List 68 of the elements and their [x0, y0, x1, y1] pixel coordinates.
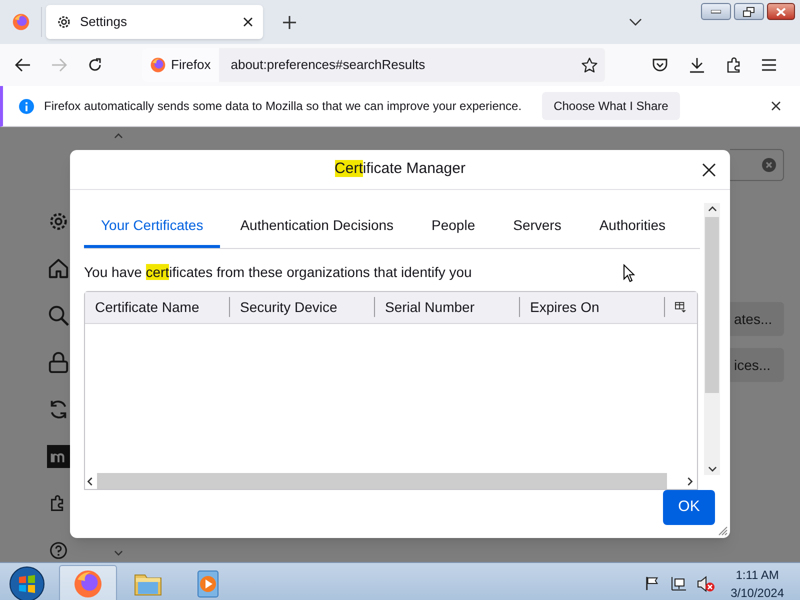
clock-date: 3/10/2024 [730, 584, 784, 600]
download-icon[interactable] [689, 57, 705, 73]
description-text: You have certificates from these organizations that identify you [84, 262, 473, 282]
clear-icon[interactable] [762, 158, 776, 172]
chevron-left-icon[interactable] [87, 476, 93, 486]
star-icon[interactable] [581, 56, 598, 74]
tab-title: Settings [80, 13, 128, 32]
muted-speaker-icon[interactable] [696, 576, 715, 592]
restore-icon [743, 6, 755, 16]
dialog-tab[interactable]: Your Certificates [84, 207, 220, 248]
chevron-up-icon[interactable] [708, 206, 716, 212]
flag-icon[interactable] [644, 576, 660, 591]
clock-time: 1:11 AM [736, 566, 779, 584]
vertical-scrollbar[interactable] [704, 203, 720, 475]
column-header[interactable]: Serial Number [385, 296, 474, 318]
start-button[interactable] [9, 566, 45, 600]
notification-message: Firefox automatically sends some data to Mozilla so that we can improve your experience. [44, 98, 522, 115]
close-icon [776, 8, 786, 16]
resize-grip-icon[interactable] [718, 526, 728, 536]
column-picker-icon[interactable] [675, 302, 686, 313]
url-bar[interactable]: Firefox about:preferences#searchResults [142, 48, 605, 82]
close-icon[interactable] [702, 163, 716, 177]
chevron-down-icon[interactable] [708, 466, 716, 472]
taskbar-button[interactable] [59, 564, 117, 600]
settings-button[interactable]: ices... [730, 348, 784, 382]
new-tab-icon[interactable] [283, 16, 296, 28]
chevron-right-icon[interactable] [687, 476, 693, 486]
lock-icon[interactable] [47, 351, 70, 374]
restore-button[interactable] [734, 3, 764, 20]
dialog-tab[interactable]: Servers [495, 207, 580, 248]
settings-button[interactable]: ates... [730, 302, 784, 336]
info-icon [19, 98, 34, 114]
firefox-icon [150, 57, 166, 73]
search-field[interactable] [730, 149, 784, 181]
choose-share-button[interactable]: Choose What I Share [542, 92, 680, 120]
menu-icon[interactable] [762, 59, 776, 71]
close-icon[interactable] [771, 101, 781, 111]
chevron-down-icon[interactable] [629, 18, 642, 26]
column-header[interactable]: Certificate Name [95, 296, 200, 318]
firefox-icon[interactable] [12, 13, 30, 31]
column-header[interactable]: Security Device [240, 296, 338, 318]
url-text: about:preferences#searchResults [230, 56, 426, 74]
help-icon[interactable] [47, 539, 70, 562]
network-icon[interactable] [670, 576, 687, 592]
gear-icon[interactable] [47, 210, 70, 233]
minimize-icon [711, 10, 721, 14]
dialog-tab[interactable]: People [414, 207, 494, 248]
search-icon[interactable] [47, 304, 70, 327]
pocket-icon[interactable] [652, 58, 668, 72]
back-icon[interactable] [15, 58, 31, 72]
firefox-icon [73, 568, 103, 598]
puzzle-icon[interactable] [726, 57, 742, 73]
browser-tab[interactable]: Settings [46, 5, 263, 39]
gear-icon [56, 14, 72, 30]
scrollbar-thumb[interactable] [705, 217, 719, 393]
mouse-pointer-icon [623, 264, 635, 283]
minimize-button[interactable] [701, 3, 731, 20]
identity-box[interactable]: Firefox [142, 48, 219, 82]
dialog-tab[interactable]: Authorities [581, 207, 684, 248]
column-header[interactable]: Expires On [530, 296, 600, 318]
logo-icon[interactable] [47, 445, 70, 468]
home-icon[interactable] [47, 257, 70, 280]
ok-button[interactable]: OK [663, 490, 715, 525]
dialog-title: Certificate Manager [334, 159, 466, 180]
close-icon[interactable] [243, 17, 253, 27]
reload-icon[interactable] [87, 57, 103, 73]
close-button[interactable] [767, 3, 795, 20]
dialog-tab[interactable]: Authentication Decisions [222, 207, 412, 248]
